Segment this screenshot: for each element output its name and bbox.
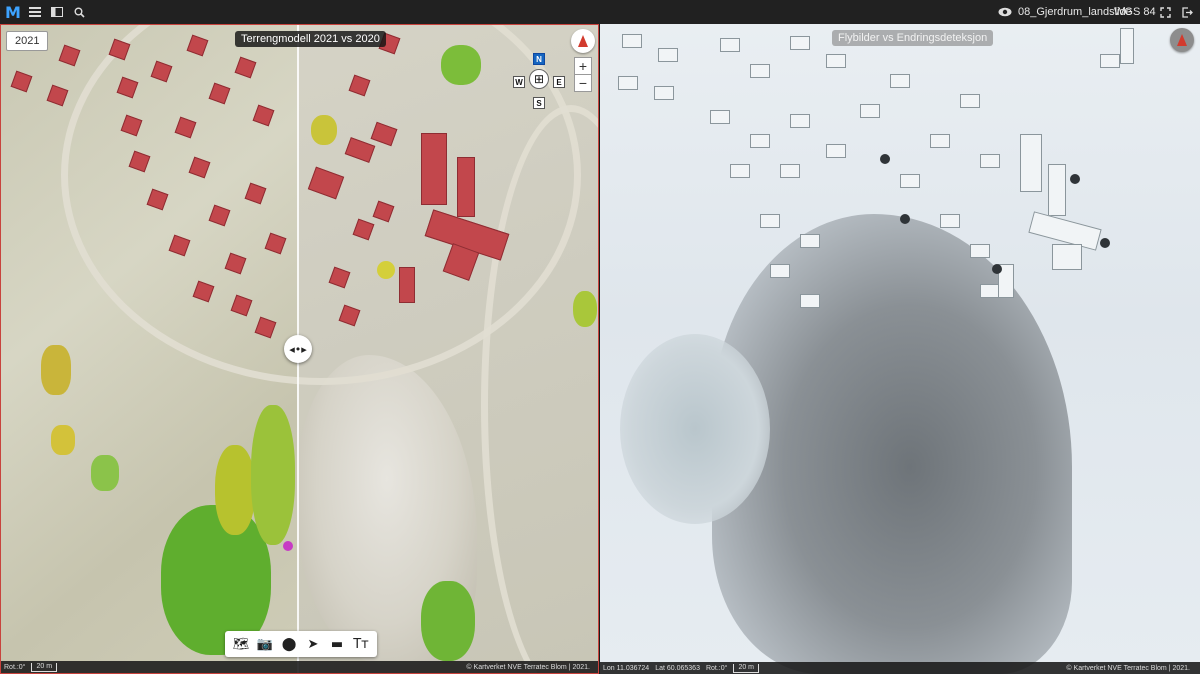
building (970, 244, 990, 258)
building (710, 110, 730, 124)
vegetation (441, 45, 481, 85)
building (860, 104, 880, 118)
zoom-out-button[interactable]: − (574, 74, 592, 92)
left-status-bar: Rot.:0° 20 m © Kartverket NVE Terratec B… (1, 661, 598, 673)
pond (620, 334, 770, 524)
fit-extent-icon[interactable] (1156, 0, 1174, 24)
app-logo-icon: M (5, 2, 21, 22)
tree (1070, 174, 1080, 184)
vegetation (215, 445, 255, 535)
rotation-readout: Rot.:0° (705, 664, 728, 672)
swipe-handle-icon[interactable]: ◂•▸ (284, 335, 312, 363)
tree (900, 214, 910, 224)
exit-icon[interactable] (1178, 0, 1196, 24)
tree (1100, 238, 1110, 248)
building (780, 164, 800, 178)
cursor-icon[interactable]: ➤ (303, 634, 323, 654)
left-map-title: Terrengmodell 2021 vs 2020 (235, 31, 386, 47)
vegetation (311, 115, 337, 145)
vegetation (573, 291, 597, 327)
building (1100, 54, 1120, 68)
menu-icon[interactable] (26, 0, 44, 24)
building (790, 36, 810, 50)
panel-toggle-icon[interactable] (48, 0, 66, 24)
tree (880, 154, 890, 164)
right-map-panel[interactable]: Flybilder vs Endringsdeteksjon Lon 11.03… (600, 24, 1200, 674)
building (790, 114, 810, 128)
vegetation (91, 455, 119, 491)
building (980, 154, 1000, 168)
building (770, 264, 790, 278)
nav-south-button[interactable]: S (533, 97, 545, 109)
building (399, 267, 415, 303)
crs-label[interactable]: WGS 84 (1114, 0, 1156, 24)
vegetation (283, 541, 293, 551)
scale-bar: 20 m (31, 662, 58, 672)
attribution: © Kartverket NVE Terratec Blom | 2021. (466, 663, 590, 671)
pin-icon[interactable]: ⬤ (279, 634, 299, 654)
nav-east-button[interactable]: E (553, 76, 565, 88)
building (930, 134, 950, 148)
building (654, 86, 674, 100)
nav-north-button[interactable]: N (533, 53, 545, 65)
compass-icon[interactable] (571, 29, 595, 53)
map-icon[interactable]: 🗺 (231, 634, 251, 654)
attribution: © Kartverket NVE Terratec Blom | 2021. (1066, 664, 1190, 672)
building (457, 157, 475, 217)
compass-icon[interactable] (1170, 28, 1194, 52)
building (940, 214, 960, 228)
scale-bar: 20 m (733, 663, 760, 673)
longitude-readout: Lon 11.036724 (603, 664, 650, 672)
building (1120, 28, 1134, 64)
text-icon[interactable]: Tт (351, 634, 371, 654)
building (980, 284, 1000, 298)
building (760, 214, 780, 228)
building (890, 74, 910, 88)
building (618, 76, 638, 90)
latitude-readout: Lat 60.065363 (655, 664, 700, 672)
ruler-icon[interactable]: ▬ (327, 634, 347, 654)
building (750, 134, 770, 148)
building (622, 34, 642, 48)
building (750, 64, 770, 78)
drawing-toolbar: 🗺 📷 ⬤ ➤ ▬ Tт (225, 631, 377, 657)
search-icon[interactable] (70, 0, 88, 24)
building (960, 94, 980, 108)
nav-west-button[interactable]: W (513, 76, 525, 88)
eye-icon[interactable] (996, 0, 1014, 24)
building (1052, 244, 1082, 270)
year-chip[interactable]: 2021 (6, 31, 49, 51)
building (800, 294, 820, 308)
building (658, 48, 678, 62)
building (800, 234, 820, 248)
vegetation (251, 405, 295, 545)
top-bar: M 08_Gjerdrum_landslide WGS 84 (0, 0, 1200, 24)
building (826, 144, 846, 158)
vegetation (51, 425, 75, 455)
rotation-readout: Rot.:0° (4, 663, 26, 671)
vegetation (377, 261, 395, 279)
building (1048, 164, 1066, 216)
vegetation (41, 345, 71, 395)
camera-icon[interactable]: 📷 (255, 634, 275, 654)
tree (992, 264, 1002, 274)
vegetation (421, 581, 475, 661)
pan-icon[interactable]: ⊞ (529, 69, 549, 89)
building (421, 133, 447, 205)
building (1020, 134, 1042, 192)
zoom-in-button[interactable]: + (574, 57, 592, 75)
navigation-cluster: N W ⊞ E S (511, 49, 567, 111)
building (720, 38, 740, 52)
building (826, 54, 846, 68)
right-status-bar: Lon 11.036724 Lat 60.065363 Rot.:0° 20 m… (600, 662, 1200, 674)
building (900, 174, 920, 188)
building (730, 164, 750, 178)
right-map-title: Flybilder vs Endringsdeteksjon (832, 30, 994, 46)
left-map-panel[interactable]: ◂•▸ 2021 Terrengmodell 2021 vs 2020 N W … (0, 24, 599, 674)
